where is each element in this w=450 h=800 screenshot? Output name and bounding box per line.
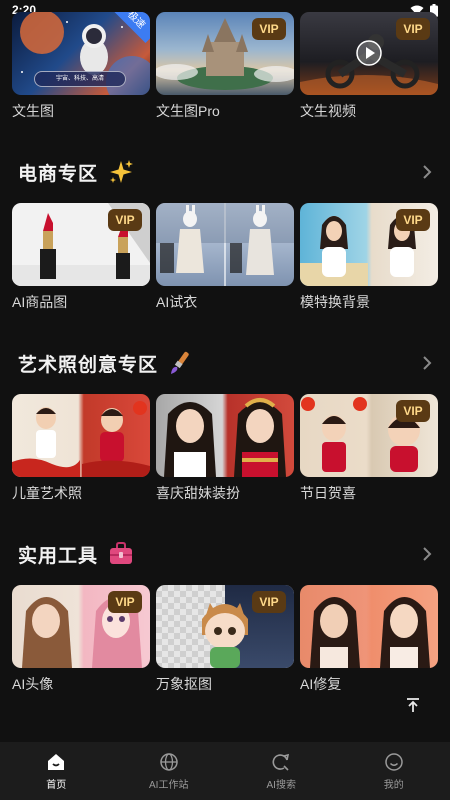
top-feature-row: 极速 宇宙、科技、高清 文生图 VIP 文生图Pro VIP 文生视频 [12, 12, 438, 121]
card-label: AI头像 [12, 676, 54, 692]
ai-avatar-thumbnail: VIP [12, 585, 150, 668]
ai-product-image-thumbnail: VIP [12, 203, 150, 286]
feature-card-text-to-image-pro[interactable]: VIP 文生图Pro [156, 12, 294, 121]
globe-icon [160, 753, 178, 771]
card-label: 文生图Pro [156, 103, 220, 119]
tab-label: 首页 [46, 780, 67, 791]
vip-badge: VIP [396, 18, 430, 40]
vip-badge: VIP [108, 591, 142, 613]
feature-card-kids-art-photo[interactable]: 儿童艺术照 [12, 394, 150, 503]
section-header-art-photo[interactable]: 艺术照创意专区 [18, 348, 432, 378]
sparkles-icon [108, 159, 134, 185]
card-label: AI修复 [300, 676, 342, 692]
tab-ai-search[interactable]: AI搜索 [225, 742, 338, 800]
model-background-swap-thumbnail: VIP [300, 203, 438, 286]
card-label: 模特换背景 [300, 294, 370, 310]
smiley-face-icon [385, 753, 403, 771]
card-label: 喜庆甜妹装扮 [156, 485, 240, 501]
art-photo-row: 儿童艺术照 喜庆甜妹装扮 VIP 节日贺喜 [12, 394, 438, 503]
tab-home[interactable]: 首页 [0, 742, 113, 800]
card-label: AI商品图 [12, 294, 68, 310]
feature-card-text-to-video[interactable]: VIP 文生视频 [300, 12, 438, 121]
ai-restore-thumbnail [300, 585, 438, 668]
bottom-tab-bar: 首页 AI工作站 AI搜索 我的 [0, 742, 450, 800]
tagline-chip: 宇宙、科技、高清 [34, 71, 126, 87]
feature-card-ai-try-on[interactable]: AI试衣 [156, 203, 294, 312]
toolbox-icon [108, 542, 134, 566]
chevron-right-icon[interactable] [422, 164, 432, 180]
tab-label: AI工作站 [149, 780, 189, 791]
paintbrush-icon [168, 350, 194, 376]
festive-sweet-dressup-thumbnail [156, 394, 294, 477]
section-header-ecommerce[interactable]: 电商专区 [18, 157, 432, 187]
tools-row: VIP AI头像 VIP 万象抠图 AI修复 [12, 585, 438, 694]
text-to-image-pro-thumbnail: VIP [156, 12, 294, 95]
holiday-greetings-thumbnail: VIP [300, 394, 438, 477]
feature-card-holiday-greetings[interactable]: VIP 节日贺喜 [300, 394, 438, 503]
card-label: 文生视频 [300, 103, 356, 119]
tab-mine[interactable]: 我的 [338, 742, 450, 800]
vip-badge: VIP [396, 400, 430, 422]
feature-card-ai-product-image[interactable]: VIP AI商品图 [12, 203, 150, 312]
ai-try-on-thumbnail [156, 203, 294, 286]
cutout-thumbnail: VIP [156, 585, 294, 668]
vip-badge: VIP [252, 18, 286, 40]
vip-badge: VIP [252, 591, 286, 613]
card-label: 文生图 [12, 103, 54, 119]
section-header-tools[interactable]: 实用工具 [18, 539, 432, 569]
vip-badge: VIP [108, 209, 142, 231]
feature-card-text-to-image[interactable]: 极速 宇宙、科技、高清 文生图 [12, 12, 150, 121]
section-title: 电商专区 [18, 163, 99, 185]
feature-card-cutout[interactable]: VIP 万象抠图 [156, 585, 294, 694]
text-to-image-thumbnail: 极速 宇宙、科技、高清 [12, 12, 150, 95]
section-title: 实用工具 [18, 545, 99, 567]
tab-label: AI搜索 [266, 780, 296, 791]
vip-badge: VIP [396, 209, 430, 231]
text-to-video-thumbnail: VIP [300, 12, 438, 95]
card-label: 节日贺喜 [300, 485, 356, 501]
scroll-to-top-icon[interactable] [404, 696, 422, 714]
feature-card-ai-avatar[interactable]: VIP AI头像 [12, 585, 150, 694]
card-label: 儿童艺术照 [12, 485, 82, 501]
chevron-right-icon[interactable] [422, 355, 432, 371]
card-label: 万象抠图 [156, 676, 212, 692]
ecommerce-row: VIP AI商品图 AI试衣 VIP 模特换背景 [12, 203, 438, 312]
section-title: 艺术照创意专区 [18, 354, 159, 376]
feature-card-model-background-swap[interactable]: VIP 模特换背景 [300, 203, 438, 312]
feature-card-ai-restore[interactable]: AI修复 [300, 585, 438, 694]
home-icon [48, 754, 65, 770]
kids-art-photo-thumbnail [12, 394, 150, 477]
tab-label: 我的 [383, 780, 404, 791]
tab-ai-workstation[interactable]: AI工作站 [113, 742, 226, 800]
play-icon[interactable] [356, 40, 382, 66]
card-label: AI试衣 [156, 294, 198, 310]
feature-card-festive-sweet-dressup[interactable]: 喜庆甜妹装扮 [156, 394, 294, 503]
chevron-right-icon[interactable] [422, 546, 432, 562]
search-refresh-icon [272, 753, 290, 771]
